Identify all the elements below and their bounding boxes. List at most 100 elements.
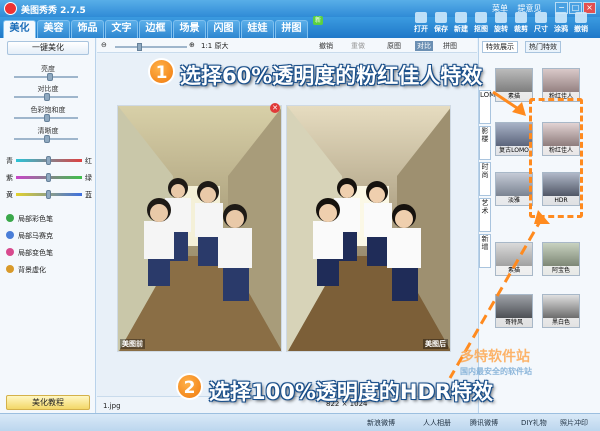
tab-collage[interactable]: 拼图 (275, 20, 308, 38)
sina-weibo-link[interactable]: 新浪微博 (367, 418, 395, 428)
color-pen-icon (6, 214, 14, 222)
contrast-slider[interactable] (14, 93, 78, 101)
one-key-beautify-button[interactable]: 一键美化 (7, 41, 89, 55)
zoom-knob[interactable] (137, 43, 142, 51)
status-bar: 新浪微博 人人相册 腾讯微博 DIY礼物 照片冲印 (0, 413, 600, 431)
after-photo[interactable]: 美图后 (286, 105, 451, 352)
background-blur[interactable]: 背景虚化 (6, 265, 46, 275)
redo-button[interactable]: 重做 (351, 41, 365, 51)
watermark: 多特软件站 国内最安全的软件站 (460, 346, 532, 377)
step-1-text: 选择60%透明度的粉红佳人特效 (180, 64, 483, 88)
new-icon (455, 12, 467, 23)
rotate-button[interactable]: 旋转 (490, 12, 512, 34)
tab-flash[interactable]: 闪图 (207, 20, 240, 38)
effect-thumb-pink-top[interactable]: 粉红佳人 (542, 68, 580, 102)
tutorial-button[interactable]: 美化教程 (6, 395, 90, 410)
cyan-red-row: 青 红 (6, 156, 92, 165)
partial-mosaic[interactable]: 局部马赛克 (6, 231, 53, 241)
effect-thumb-elegant[interactable]: 淡雅 (495, 172, 533, 206)
open-button[interactable]: 打开 (410, 12, 432, 34)
left-panel: 一键美化 亮度 对比度 色彩饱和度 清晰度 青 红 紫 绿 黄 蓝 局部彩色笔 … (0, 38, 96, 431)
canvas-area: 美图前 美图后 (97, 54, 477, 396)
tab-beauty[interactable]: 美容 (37, 20, 70, 38)
partial-recolor-pen[interactable]: 局部变色笔 (6, 248, 53, 258)
sharpness-slider[interactable] (14, 135, 78, 143)
saturation-slider[interactable] (14, 114, 78, 122)
tencent-weibo-link[interactable]: 腾讯微博 (470, 418, 498, 428)
main-nav: 美化 美容 饰品 文字 边框 场景 闪图 娃娃 拼图 新 打开 保存 新建 抠图… (0, 12, 600, 38)
vtab-studio[interactable]: 影楼 (479, 126, 491, 160)
watermark-line-2: 国内最安全的软件站 (460, 367, 532, 376)
undo-icon (575, 12, 587, 23)
hallway-photo-after (287, 106, 450, 351)
step-1-badge: 1 (148, 58, 175, 85)
effect-thumb-retro-lomo[interactable]: 复古LOMO (495, 122, 533, 156)
blur-icon (6, 265, 14, 273)
file-name: 1.jpg (103, 402, 121, 410)
magenta-label: 紫 (6, 174, 13, 182)
partial-color-pen[interactable]: 局部彩色笔 (6, 214, 53, 224)
resize-icon (535, 12, 547, 23)
canvas-toolbar: ⊖ ⊕ 1:1 原大 撤销 重做 原图 对比 拼图 (97, 38, 477, 53)
step-2-badge: 2 (176, 373, 203, 400)
doodle-button[interactable]: 涂鸦 (550, 12, 572, 34)
cutout-icon (475, 12, 487, 23)
photo-print-link[interactable]: 照片冲印 (560, 418, 588, 428)
crop-icon (515, 12, 527, 23)
slider-knob[interactable] (44, 114, 50, 122)
tab-scene[interactable]: 场景 (173, 20, 206, 38)
resize-button[interactable]: 尺寸 (530, 12, 552, 34)
green-label: 绿 (85, 174, 92, 182)
red-label: 红 (85, 157, 92, 165)
slider-knob[interactable] (44, 93, 50, 101)
zoom-label[interactable]: 1:1 原大 (201, 41, 229, 51)
share-button[interactable]: 拼图 (443, 41, 457, 51)
before-photo[interactable]: 美图前 (117, 105, 282, 352)
yellow-label: 黄 (6, 191, 13, 199)
recolor-pen-icon (6, 248, 14, 256)
tab-accessories[interactable]: 饰品 (71, 20, 104, 38)
tab-hot-effects[interactable]: 热门特效 (525, 41, 561, 53)
yellow-blue-row: 黄 蓝 (6, 190, 92, 199)
slider-knob[interactable] (44, 135, 50, 143)
slider-knob[interactable] (46, 173, 51, 182)
tab-frame[interactable]: 边框 (139, 20, 172, 38)
cutout-button[interactable]: 抠图 (470, 12, 492, 34)
app-window: 美图秀秀 2.7.5 菜单 提意见 − □ × 美化 美容 饰品 文字 边框 场… (0, 0, 600, 431)
new-badge: 新 (313, 16, 323, 25)
zoom-in-icon[interactable]: ⊕ (189, 41, 195, 49)
rotate-icon (495, 12, 507, 23)
zoom-slider[interactable] (115, 46, 187, 48)
mosaic-icon (6, 231, 14, 239)
pointer-arrow-1 (492, 90, 526, 116)
undo-button[interactable]: 撤销 (319, 41, 333, 51)
compare-button[interactable]: 对比 (415, 41, 433, 51)
zoom-out-icon[interactable]: ⊖ (101, 41, 107, 49)
tab-beautify[interactable]: 美化 (3, 20, 36, 38)
close-image-icon[interactable]: ✕ (270, 103, 280, 113)
doodle-icon (555, 12, 567, 23)
blue-label: 蓝 (85, 191, 92, 199)
app-title: 美图秀秀 2.7.5 (21, 6, 86, 16)
renren-album-link[interactable]: 人人相册 (423, 418, 451, 428)
brightness-slider[interactable] (14, 73, 78, 81)
selection-highlight (529, 98, 583, 218)
cyan-label: 青 (6, 157, 13, 165)
crop-button[interactable]: 裁剪 (510, 12, 532, 34)
tab-doll[interactable]: 娃娃 (241, 20, 274, 38)
tab-text[interactable]: 文字 (105, 20, 138, 38)
step-2-text: 选择100%透明度的HDR特效 (209, 380, 494, 404)
open-icon (415, 12, 427, 23)
slider-knob[interactable] (46, 156, 51, 165)
new-button[interactable]: 新建 (450, 12, 472, 34)
original-button[interactable]: 原图 (387, 41, 401, 51)
undo-toolbar-button[interactable]: 撤销 (570, 12, 592, 34)
vtab-fashion[interactable]: 时尚 (479, 162, 491, 196)
tab-effects-showcase[interactable]: 特效展示 (482, 41, 518, 53)
slider-knob[interactable] (46, 190, 51, 199)
hallway-photo-before (118, 106, 281, 351)
save-icon (435, 12, 447, 23)
save-button[interactable]: 保存 (430, 12, 452, 34)
slider-knob[interactable] (47, 73, 53, 81)
diy-gift-link[interactable]: DIY礼物 (521, 418, 547, 428)
